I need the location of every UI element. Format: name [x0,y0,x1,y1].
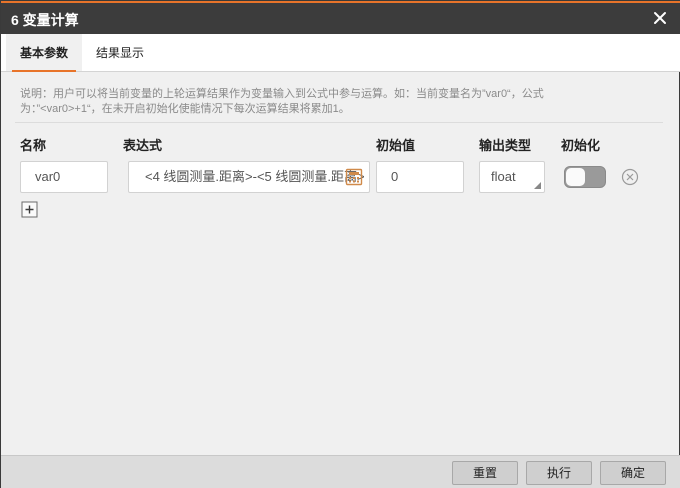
column-header-initial-value: 初始值 [376,138,416,153]
description: 说明：用户可以将当前变量的上轮运算结果作为变量输入到公式中参与运算。如：当前变量… [20,87,620,117]
column-header-output-type: 输出类型 [479,138,532,153]
dialog-title: 6 变量计算 [11,12,79,28]
execute-button[interactable]: 执行 [526,461,592,485]
column-header-expression: 表达式 [123,138,163,153]
description-line-1: 说明：用户可以将当前变量的上轮运算结果作为变量输入到公式中参与运算。如：当前变量… [20,88,544,100]
close-button[interactable] [649,7,671,29]
output-type-value: float [491,169,516,184]
description-line-2: 为：”<var0>+1“，在未开启初始化使能情况下每次运算结果将累加1。 [20,103,350,115]
initial-value-input[interactable]: 0 [376,161,464,193]
add-square-icon[interactable] [21,201,38,218]
calculator-icon[interactable] [345,168,363,186]
reset-button[interactable]: 重置 [452,461,518,485]
divider [15,122,663,123]
tab-result-display[interactable]: 结果显示 [82,34,158,71]
output-type-select[interactable]: float [479,161,545,193]
footer-bar: 重置 执行 确定 [1,455,680,488]
initialize-toggle[interactable] [564,166,606,188]
tab-bar: 基本参数 结果显示 [1,34,680,72]
variable-name-input[interactable]: var0 [20,161,108,193]
expression-input[interactable]: <4 线圆测量.距离>-<5 线圆测量.距离> [128,161,370,193]
expression-text: <4 线圆测量.距离>-<5 线圆测量.距离> [145,169,365,184]
confirm-button[interactable]: 确定 [600,461,666,485]
tab-basic-params[interactable]: 基本参数 [6,34,83,72]
title-bar: 6 变量计算 [1,3,680,34]
close-icon [654,12,666,24]
toggle-knob [566,168,585,186]
column-header-initialize: 初始化 [561,138,601,153]
column-header-name: 名称 [20,138,47,153]
variable-calc-dialog: 6 变量计算 基本参数 结果显示 说明：用户可以将当前变量的上轮运算结果作为变量… [0,0,680,488]
remove-circle-icon[interactable] [621,168,639,186]
dropdown-arrow-icon [534,182,541,189]
